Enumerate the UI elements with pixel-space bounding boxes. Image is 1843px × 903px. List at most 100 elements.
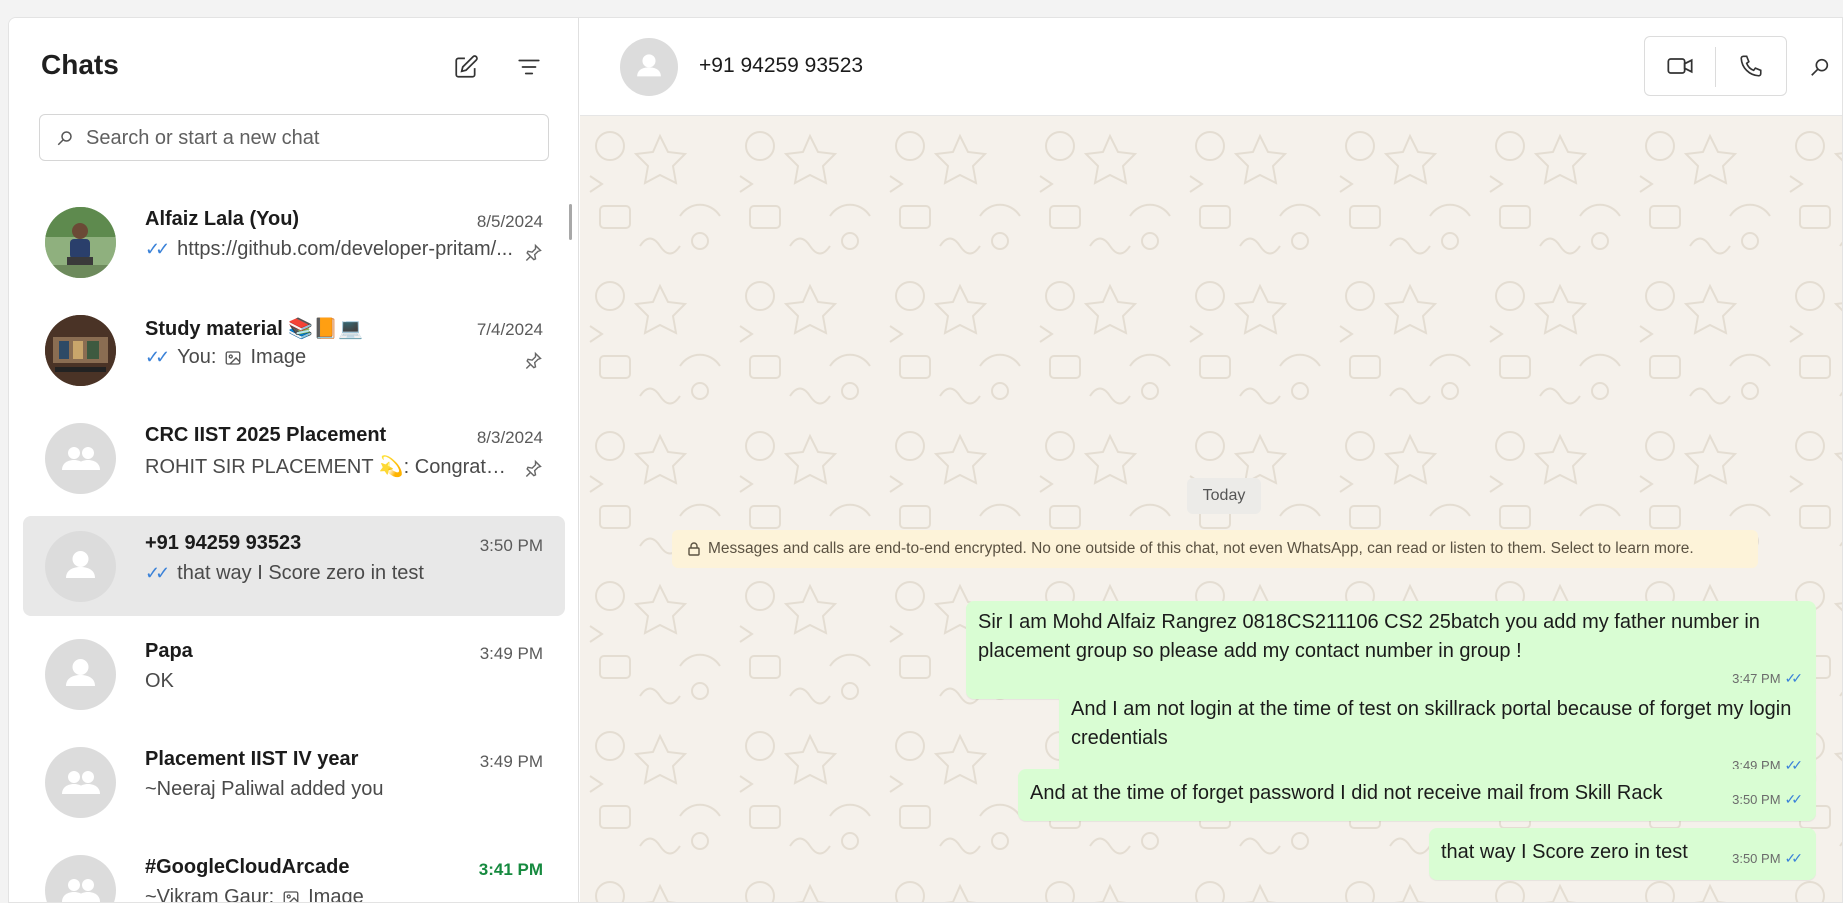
video-call-icon (1667, 58, 1693, 74)
read-ticks-icon: ✓✓ (145, 239, 170, 259)
chat-preview-text: ROHIT SIR PLACEMENT 💫: Congratulations..… (145, 456, 515, 478)
chat-preview-text: that way I Score zero in test (177, 562, 424, 584)
chat-preview-prefix: You: (177, 346, 217, 368)
new-chat-button[interactable] (452, 53, 480, 81)
chat-sidebar: Chats Alfaiz Lala (You) 8/5/2024 ✓✓ http (9, 18, 579, 902)
video-call-button[interactable] (1645, 37, 1715, 95)
search-input[interactable] (86, 123, 536, 153)
voice-call-button[interactable] (1716, 37, 1786, 95)
chat-preview: ✓✓ that way I Score zero in test (145, 562, 515, 585)
avatar (45, 639, 116, 710)
chat-name: Alfaiz Lala (You) (145, 208, 300, 230)
chat-item[interactable]: Study material 📚📙💻 7/4/2024 ✓✓ You: Imag… (23, 296, 565, 404)
group-icon (62, 447, 100, 470)
filter-icon (518, 59, 540, 75)
search-box[interactable] (39, 114, 549, 161)
chat-list-scrollbar[interactable] (569, 204, 572, 240)
contact-avatar[interactable] (620, 38, 678, 96)
message-time: 3:50 PM (1732, 792, 1781, 807)
search-icon (57, 131, 72, 146)
image-icon (283, 890, 299, 902)
person-icon (66, 551, 95, 578)
message-area[interactable]: Today Messages and calls are end-to-end … (580, 116, 1842, 902)
group-icon (62, 771, 100, 794)
read-ticks-icon: ✓✓ (145, 563, 170, 583)
chat-preview: ✓✓ You: Image (145, 346, 515, 369)
read-ticks-icon: ✓✓ (1784, 670, 1804, 686)
encryption-notice[interactable]: Messages and calls are end-to-end encryp… (672, 530, 1758, 568)
conversation-header[interactable]: +91 94259 93523 (580, 18, 1842, 116)
chat-preview-text: ~Neeraj Paliwal added you (145, 778, 384, 800)
chat-time: 8/3/2024 (476, 428, 543, 447)
pin-icon (525, 351, 542, 370)
message-meta: 3:50 PM ✓✓ (1732, 785, 1804, 814)
outgoing-message[interactable]: And at the time of forget password I did… (1018, 769, 1816, 821)
message-time: 3:50 PM (1732, 851, 1781, 866)
chat-preview: OK (145, 670, 515, 693)
chat-preview: ROHIT SIR PLACEMENT 💫: Congratulations..… (145, 454, 515, 479)
chat-preview-text: https://github.com/developer-pritam/... (177, 238, 513, 260)
message-meta: 3:50 PM ✓✓ (1732, 844, 1804, 873)
compose-icon (455, 55, 478, 78)
chat-preview: ~Vikram Gaur: Image (145, 886, 515, 903)
chat-time: 3:50 PM (479, 536, 543, 555)
group-icon (62, 879, 100, 902)
chat-preview-text: Image (308, 886, 364, 903)
filter-button[interactable] (515, 53, 543, 81)
read-ticks-icon: ✓✓ (1784, 791, 1804, 807)
chat-item-selected[interactable]: +91 94259 93523 3:50 PM ✓✓ that way I Sc… (23, 516, 565, 616)
message-text: Sir I am Mohd Alfaiz Rangrez 0818CS21110… (978, 611, 1760, 662)
person-icon (637, 54, 661, 77)
search-icon (1811, 58, 1829, 76)
encryption-notice-text: Messages and calls are end-to-end encryp… (708, 540, 1694, 557)
contact-name[interactable]: +91 94259 93523 (699, 54, 863, 78)
pin-icon (525, 243, 542, 262)
outgoing-message[interactable]: that way I Score zero in test 3:50 PM ✓✓ (1429, 828, 1816, 880)
message-text: And at the time of forget password I did… (1030, 782, 1663, 804)
message-text: And I am not login at the time of test o… (1071, 698, 1792, 749)
chat-preview-text: Image (250, 346, 307, 368)
chat-time: 8/5/2024 (476, 212, 543, 231)
chat-name: +91 94259 93523 (145, 532, 302, 554)
chat-preview: ✓✓ https://github.com/developer-pritam/.… (145, 238, 515, 261)
whatsapp-window: Chats Alfaiz Lala (You) 8/5/2024 ✓✓ http (8, 17, 1843, 903)
outgoing-message[interactable]: Sir I am Mohd Alfaiz Rangrez 0818CS21110… (966, 601, 1816, 699)
chat-time: 7/4/2024 (476, 320, 543, 339)
group-avatar (45, 855, 116, 902)
chat-preview: ~Neeraj Paliwal added you (145, 778, 515, 801)
chat-name: Placement IIST IV year (145, 748, 359, 770)
person-icon (66, 659, 95, 686)
chat-item[interactable]: CRC IIST 2025 Placement 8/3/2024 ROHIT S… (23, 404, 565, 512)
call-button-group (1644, 36, 1787, 96)
message-time: 3:47 PM (1732, 671, 1781, 686)
date-divider: Today (1187, 478, 1261, 514)
pin-icon (525, 459, 542, 478)
chat-preview-text: OK (145, 670, 174, 692)
chat-name: #GoogleCloudArcade (145, 856, 350, 878)
chat-name: Papa (145, 640, 193, 662)
chat-preview-prefix: ~Vikram Gaur: (145, 886, 275, 903)
chat-item[interactable]: Papa 3:49 PM OK (23, 620, 565, 728)
group-avatar (45, 423, 116, 494)
chat-item[interactable]: Alfaiz Lala (You) 8/5/2024 ✓✓ https://gi… (23, 188, 565, 296)
sidebar-title: Chats (41, 49, 119, 80)
image-icon (226, 350, 241, 365)
avatar (45, 207, 116, 278)
lock-icon (688, 542, 700, 556)
message-text: that way I Score zero in test (1441, 841, 1688, 863)
chat-list: Alfaiz Lala (You) 8/5/2024 ✓✓ https://gi… (23, 188, 565, 903)
group-avatar (45, 747, 116, 818)
avatar (45, 315, 116, 386)
chat-time: 3:49 PM (479, 752, 543, 771)
chat-name: CRC IIST 2025 Placement (145, 424, 387, 446)
chat-name: Study material 📚📙💻 (145, 318, 364, 340)
read-ticks-icon: ✓✓ (1784, 850, 1804, 866)
read-ticks-icon: ✓✓ (145, 347, 170, 367)
chat-item[interactable]: Placement IIST IV year 3:49 PM ~Neeraj P… (23, 728, 565, 836)
conversation-panel: +91 94259 93523 Today Messages and calls… (580, 18, 1842, 902)
search-in-chat-button[interactable] (1805, 52, 1835, 82)
phone-icon (1740, 55, 1762, 77)
chat-item[interactable]: #GoogleCloudArcade 3:41 PM ~Vikram Gaur:… (23, 836, 565, 903)
chat-time: 3:49 PM (479, 644, 543, 663)
chat-time: 3:41 PM (478, 860, 543, 879)
